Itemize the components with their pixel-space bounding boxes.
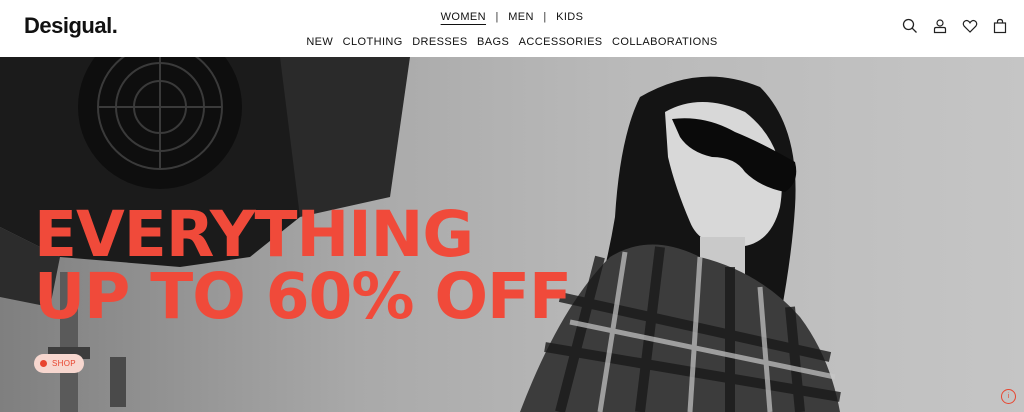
category-dresses[interactable]: DRESSES bbox=[409, 36, 470, 48]
shop-dot-icon bbox=[40, 360, 47, 367]
hero-headline: EVERYTHING UP TO 60% OFF bbox=[34, 198, 572, 333]
nav-men[interactable]: MEN bbox=[503, 11, 539, 23]
account-icon[interactable] bbox=[932, 18, 948, 34]
wishlist-heart-icon[interactable] bbox=[962, 18, 978, 34]
nav-women[interactable]: WOMEN bbox=[436, 11, 491, 23]
shop-button[interactable]: SHOP bbox=[34, 354, 84, 373]
site-header: Desigual. WOMEN | MEN | KIDS NEW CLOTHIN… bbox=[0, 0, 1024, 57]
category-nav: NEW CLOTHING DRESSES BAGS ACCESSORIES CO… bbox=[0, 36, 1024, 48]
shop-button-label: SHOP bbox=[52, 359, 76, 368]
shopping-bag-icon[interactable] bbox=[992, 18, 1008, 34]
category-new[interactable]: NEW bbox=[303, 36, 336, 48]
info-icon[interactable]: i bbox=[1001, 389, 1016, 404]
search-icon[interactable] bbox=[902, 18, 918, 34]
category-accessories[interactable]: ACCESSORIES bbox=[516, 36, 606, 48]
nav-separator: | bbox=[543, 11, 547, 24]
headline-line-1: EVERYTHING bbox=[34, 198, 474, 271]
category-bags[interactable]: BAGS bbox=[474, 36, 512, 48]
category-clothing[interactable]: CLOTHING bbox=[340, 36, 406, 48]
nav-kids[interactable]: KIDS bbox=[551, 11, 588, 23]
hero-banner[interactable]: EVERYTHING UP TO 60% OFF SHOP i bbox=[0, 57, 1024, 412]
category-collaborations[interactable]: COLLABORATIONS bbox=[609, 36, 721, 48]
headline-line-2: UP TO 60% OFF bbox=[34, 260, 572, 333]
nav-separator: | bbox=[495, 11, 499, 24]
header-icons bbox=[902, 18, 1008, 34]
gender-nav: WOMEN | MEN | KIDS bbox=[0, 11, 1024, 23]
